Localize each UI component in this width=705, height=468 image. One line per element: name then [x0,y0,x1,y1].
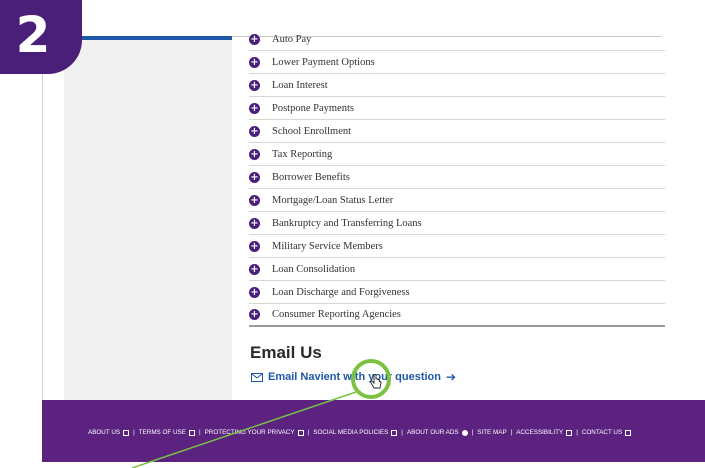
faq-item-label: Borrower Benefits [272,171,350,183]
plus-circle-icon: + [249,240,260,252]
plus-circle-icon: + [249,79,260,91]
faq-item-label: Bankruptcy and Transferring Loans [272,217,422,229]
footer-link-social-media[interactable]: SOCIAL MEDIA POLICIES [313,429,398,436]
bottom-strip [42,462,705,468]
email-link-label: Email Navient with your question [268,371,441,383]
faq-item-label: Auto Pay [272,33,312,45]
footer-link-privacy[interactable]: PROTECTING YOUR PRIVACY [205,429,304,436]
faq-item-consumer-reporting-agencies[interactable]: + Consumer Reporting Agencies [249,304,665,327]
faq-item-loan-interest[interactable]: + Loan Interest [249,74,665,97]
footer-separator: | [401,429,403,436]
faq-item-label: School Enrollment [272,125,352,137]
footer-link-label: SITE MAP [477,429,507,436]
footer-separator: | [510,429,513,436]
envelope-icon [251,372,263,382]
footer-separator: | [307,429,310,436]
footer-separator: | [198,429,201,436]
plus-circle-icon: + [249,263,260,275]
faq-item-loan-consolidation[interactable]: + Loan Consolidation [249,258,665,281]
faq-item-label: Loan Discharge and Forgiveness [272,286,410,298]
faq-item-lower-payment-options[interactable]: + Lower Payment Options [249,51,665,74]
arrow-right-icon: ➔ [445,370,457,384]
faq-item-label: Mortgage/Loan Status Letter [272,194,394,206]
footer-link-accessibility[interactable]: ACCESSIBILITY [516,429,573,436]
footer-link-label: ABOUT US [88,429,121,436]
plus-circle-icon: + [249,309,260,320]
footer-separator: | [576,429,578,436]
plus-circle-icon: + [249,217,260,229]
faq-item-label: Loan Consolidation [272,263,356,275]
external-link-icon [391,429,398,436]
step-badge: 2 [0,0,82,74]
faq-item-mortgage-loan-status-letter[interactable]: + Mortgage/Loan Status Letter [249,189,665,212]
faq-list: + Auto Pay + Lower Payment Options + Loan I… [249,28,665,327]
footer-link-contact-us[interactable]: CONTACT US [581,429,632,436]
plus-circle-icon: + [249,171,260,183]
faq-item-label: Loan Interest [272,79,328,91]
faq-item-tax-reporting[interactable]: + Tax Reporting [249,143,665,166]
footer-link-terms-of-use[interactable]: TERMS OF USE [139,429,195,436]
hand-pointer-icon [370,374,382,389]
faq-item-military-service-members[interactable]: + Military Service Members [249,235,665,258]
footer-link-label: ACCESSIBILITY [516,429,564,436]
footer-link-label: PROTECTING YOUR PRIVACY [204,429,295,436]
plus-circle-icon: + [249,286,260,298]
faq-item-auto-pay[interactable]: + Auto Pay [249,28,665,51]
footer-link-about-us[interactable]: ABOUT US [88,429,130,436]
plus-circle-icon: + [249,125,260,137]
footer-link-label: CONTACT US [581,429,623,436]
plus-circle-icon: + [249,148,260,160]
footer-nav: ABOUT US | TERMS OF USE | PROTECTING YOU… [88,429,632,436]
faq-item-loan-discharge[interactable]: + Loan Discharge and Forgiveness [249,281,665,304]
external-link-icon [123,429,130,436]
footer-link-label: SOCIAL MEDIA POLICIES [313,429,389,436]
external-link-icon [566,429,573,436]
faq-item-label: Postpone Payments [272,102,354,114]
external-link-icon [188,429,195,436]
faq-item-label: Lower Payment Options [272,56,375,68]
external-link-icon [297,429,304,436]
left-sidebar [64,40,232,400]
email-us-heading: Email Us [250,343,322,362]
footer-link-label: ABOUT OUR ADS [406,429,459,436]
info-icon [461,429,468,436]
plus-circle-icon: + [249,56,260,68]
faq-item-postpone-payments[interactable]: + Postpone Payments [249,97,665,120]
footer-separator: | [133,429,135,436]
footer-link-label: TERMS OF USE [138,429,186,436]
external-link-icon [625,429,632,436]
plus-circle-icon: + [249,33,260,45]
step-number: 2 [15,6,51,64]
faq-item-bankruptcy[interactable]: + Bankruptcy and Transferring Loans [249,212,665,235]
plus-circle-icon: + [249,194,260,206]
faq-item-label: Military Service Members [272,240,383,252]
faq-item-borrower-benefits[interactable]: + Borrower Benefits [249,166,665,189]
footer-separator: | [471,429,474,436]
email-navient-link[interactable]: Email Navient with your question ➔ [251,370,456,384]
plus-circle-icon: + [249,102,260,114]
faq-item-label: Tax Reporting [272,148,333,160]
footer-link-site-map[interactable]: SITE MAP [477,429,506,436]
faq-item-label: Consumer Reporting Agencies [272,309,401,320]
faq-item-school-enrollment[interactable]: + School Enrollment [249,120,665,143]
footer-link-about-ads[interactable]: ABOUT OUR ADS [407,429,468,436]
